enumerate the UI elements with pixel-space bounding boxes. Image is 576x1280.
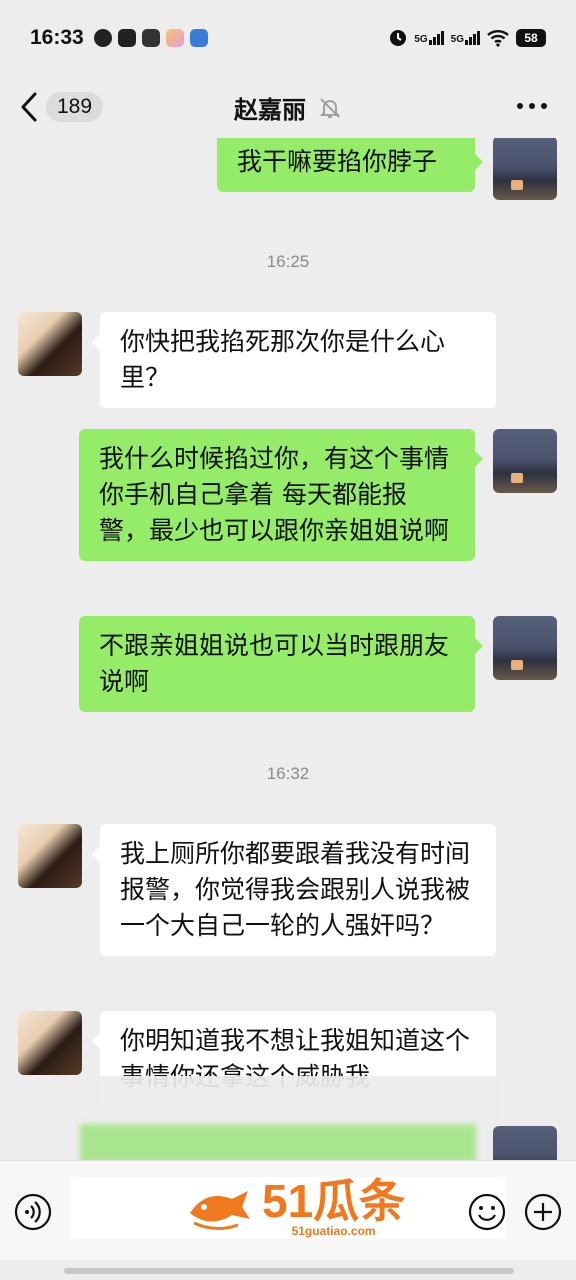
message-list[interactable]: 我干嘛要掐你脖子 16:25 你快把我掐死那次你是什么心里？ 我什么时候掐过你，… bbox=[0, 138, 576, 1160]
nav-title-wrap: 赵嘉丽 bbox=[0, 90, 576, 125]
more-button[interactable] bbox=[516, 96, 548, 115]
emoji-icon bbox=[468, 1193, 506, 1231]
fish-logo-icon bbox=[190, 1191, 250, 1230]
more-functions-button[interactable] bbox=[524, 1193, 562, 1235]
blurred-message bbox=[80, 1124, 476, 1160]
home-indicator[interactable] bbox=[64, 1268, 514, 1274]
message-timestamp: 16:25 bbox=[266, 252, 310, 271]
voice-icon bbox=[14, 1193, 52, 1231]
status-right: 5G 5G 58 bbox=[389, 29, 546, 47]
taobao-icon bbox=[117, 29, 136, 47]
chat-header: 189 赵嘉丽 bbox=[0, 76, 576, 138]
watermark: 51瓜条 51guatiao.com bbox=[186, 1178, 405, 1238]
watermark-text: 51瓜条 51guatiao.com bbox=[262, 1178, 405, 1238]
app-notification-icon bbox=[93, 29, 112, 47]
my-avatar[interactable] bbox=[493, 138, 557, 200]
message-bubble-outgoing[interactable]: 不跟亲姐姐说也可以当时跟朋友说啊 bbox=[79, 616, 483, 712]
app-notification-icon bbox=[165, 29, 184, 47]
signal-bars-icon bbox=[428, 31, 444, 45]
status-time: 16:33 bbox=[30, 26, 84, 49]
message-bubble-incoming[interactable]: 你快把我掐死那次你是什么心里？ bbox=[92, 312, 496, 408]
voice-button[interactable] bbox=[14, 1193, 52, 1235]
chat-title: 赵嘉丽 bbox=[234, 96, 306, 124]
signal-1: 5G bbox=[414, 31, 444, 45]
emoji-button[interactable] bbox=[468, 1193, 506, 1235]
watermark-main: 51瓜条 bbox=[262, 1175, 406, 1227]
alarm-icon bbox=[390, 30, 407, 46]
signal-bars-icon bbox=[465, 31, 480, 45]
message-bubble-outgoing[interactable]: 我什么时候掐过你，有这个事情你手机自己拿着 每天都能报警，最少也可以跟你亲姐姐说… bbox=[79, 429, 483, 561]
more-dots-icon bbox=[517, 103, 547, 109]
message-app-icon bbox=[189, 29, 208, 47]
app-notification-icon bbox=[141, 29, 160, 47]
my-avatar[interactable] bbox=[493, 1126, 557, 1160]
status-app-icons bbox=[93, 29, 208, 47]
signal-2: 5G bbox=[451, 31, 480, 45]
plus-circle-icon bbox=[524, 1193, 562, 1231]
my-avatar[interactable] bbox=[493, 429, 557, 493]
contact-avatar[interactable] bbox=[18, 1011, 82, 1075]
my-avatar[interactable] bbox=[493, 616, 557, 680]
message-bubble-incoming[interactable]: 我上厕所你都要跟着我没有时间报警，你觉得我会跟别人说我被一个大自己一轮的人强奸吗… bbox=[92, 824, 496, 956]
message-bubble-outgoing[interactable]: 我干嘛要掐你脖子 bbox=[217, 138, 483, 192]
status-bar: 16:33 5G 5G 58 bbox=[0, 0, 576, 76]
contact-avatar[interactable] bbox=[18, 312, 82, 376]
bell-off-icon bbox=[319, 97, 341, 118]
wifi-icon bbox=[487, 30, 509, 47]
message-timestamp: 16:32 bbox=[266, 764, 310, 783]
watermark-url: 51guatiao.com bbox=[291, 1224, 376, 1238]
battery-icon: 58 bbox=[516, 29, 546, 47]
contact-avatar[interactable] bbox=[18, 824, 82, 888]
